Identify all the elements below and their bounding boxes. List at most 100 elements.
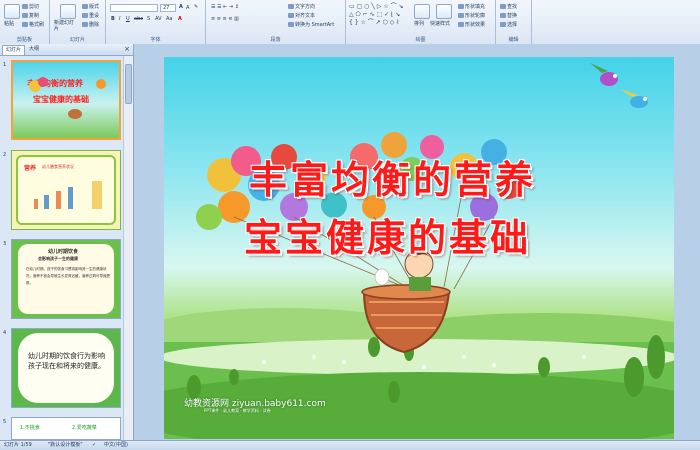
slides-panel: 幻灯片 大纲 × 1 丰富均衡的营养 宝宝健康的基础 2 营养 幼儿膳食营养状况… xyxy=(0,44,134,440)
convert-smartart-button[interactable]: 转换为 SmartArt xyxy=(288,21,334,28)
arrange-button[interactable]: 排列 xyxy=(414,20,424,27)
thumb5-item-a: 1.不挑食 xyxy=(20,425,40,431)
copy-label: 复制 xyxy=(29,13,40,19)
thumb3-heading: 幼儿时期饮食 xyxy=(48,249,79,255)
slide-thumbnail-1[interactable]: 丰富均衡的营养 宝宝健康的基础 xyxy=(11,60,121,140)
clear-format-icon[interactable]: ✎ xyxy=(194,4,198,10)
layout-button[interactable]: 版式 xyxy=(82,3,99,10)
delete-button[interactable]: 删除 xyxy=(82,21,99,28)
spacing-button[interactable]: AV xyxy=(155,16,162,22)
select-label: 选择 xyxy=(507,22,518,28)
close-icon[interactable]: × xyxy=(124,45,130,54)
reset-label: 重设 xyxy=(89,13,100,19)
shape-fill-label: 形状填充 xyxy=(465,4,486,10)
shape-effects-button[interactable]: 形状效果 xyxy=(458,21,485,28)
font-group-label: 字体 xyxy=(150,37,161,43)
reset-button[interactable]: 重设 xyxy=(82,12,99,19)
format-painter-button[interactable]: 格式刷 xyxy=(22,21,44,28)
new-slide-button[interactable]: 新建幻灯片 xyxy=(54,20,78,32)
panel-tabs: 幻灯片 大纲 × xyxy=(0,44,133,56)
arrange-icon[interactable] xyxy=(414,4,430,19)
slide-thumbnail-4[interactable]: 幼儿时期的饮食行为影响孩子现在和将来的健康。 xyxy=(11,328,121,408)
scroll-thumb[interactable] xyxy=(125,64,132,104)
brush-icon xyxy=(22,22,28,27)
thumb1-balloons xyxy=(29,77,106,119)
tab-slides[interactable]: 幻灯片 xyxy=(2,45,26,55)
align-text-label: 对齐文本 xyxy=(295,13,316,19)
grow-font-icon[interactable]: A xyxy=(179,4,183,10)
panel-scrollbar[interactable] xyxy=(123,56,133,440)
tab-outline[interactable]: 大纲 xyxy=(26,45,42,54)
text-direction-button[interactable]: 文字方向 xyxy=(288,3,315,10)
delete-icon xyxy=(82,22,88,27)
align-text-icon xyxy=(288,13,294,18)
shape-outline-label: 形状轮廓 xyxy=(465,13,486,19)
shape-outline-button[interactable]: 形状轮廓 xyxy=(458,12,485,19)
cut-button[interactable]: 剪切 xyxy=(22,3,39,10)
cut-label: 剪切 xyxy=(29,4,40,10)
reset-icon xyxy=(82,13,88,18)
format-painter-label: 格式刷 xyxy=(29,22,45,28)
underline-button[interactable]: U xyxy=(126,16,130,22)
copy-icon xyxy=(22,13,28,18)
paragraph-group-label: 段落 xyxy=(270,37,281,43)
thumb2-figures xyxy=(34,181,102,209)
shapes-gallery[interactable]: ▭ ▢ ○ ╲ ▷ ☆ ⌒ ↘ △ ⬠ ⌐ ∿ ⬚ ✓ ⌊ ↘{ } ☆ ⌒ ↗ … xyxy=(349,3,404,27)
editing-group-label: 编辑 xyxy=(508,37,519,43)
quick-styles-button[interactable]: 快速样式 xyxy=(430,20,450,27)
font-size-combo[interactable]: 27 xyxy=(160,4,176,12)
bullets-icon[interactable]: ☰ ☰ ⇤ ⇥ ↕ xyxy=(211,4,239,10)
find-label: 查找 xyxy=(507,4,518,10)
find-button[interactable]: 查找 xyxy=(500,3,517,10)
italic-button[interactable]: I xyxy=(119,16,120,22)
font-color-icon[interactable]: A xyxy=(178,16,182,22)
slides-group: 新建幻灯片 版式 重设 删除 幻灯片 xyxy=(50,0,106,44)
shadow-button[interactable]: S xyxy=(147,16,150,22)
watermark-caption: PPT课件 · 幼儿教案 · 教学资料 · 试卷 xyxy=(204,408,271,413)
strike-button[interactable]: abc xyxy=(134,16,143,22)
thumb5-item-b: 2.爱吃蔬菜 xyxy=(72,425,97,431)
thumb-number: 5 xyxy=(3,419,7,425)
align-text-button[interactable]: 对齐文本 xyxy=(288,12,315,19)
font-name-combo[interactable] xyxy=(110,4,158,12)
editing-group: 查找 替换 选择 编辑 xyxy=(496,0,532,44)
align-icons[interactable]: ≡ ≡ ≡ ≡ ▥ xyxy=(211,16,239,22)
current-slide[interactable]: 丰富均衡的营养 宝宝健康的基础 幼教资源网 ziyuan.baby611.com… xyxy=(164,57,674,439)
select-icon xyxy=(500,22,506,27)
shape-effects-label: 形状效果 xyxy=(465,22,486,28)
slide-title-line1[interactable]: 丰富均衡的营养 xyxy=(249,149,536,204)
clipboard-group-label: 剪贴板 xyxy=(16,37,32,43)
effects-icon xyxy=(458,22,464,27)
slide-thumbnail-5[interactable]: 1.不挑食 2.爱吃蔬菜 xyxy=(11,417,121,440)
copy-button[interactable]: 复制 xyxy=(22,12,39,19)
scissors-icon xyxy=(22,4,28,9)
shape-fill-button[interactable]: 形状填充 xyxy=(458,3,485,10)
new-slide-label: 新建幻灯片 xyxy=(54,20,75,32)
thumb-number: 3 xyxy=(3,241,7,247)
thumb3-body: 在幼儿时期，孩子的饮食习惯将影响其一生的健康状况，营养不良会导致生长发育迟缓，营… xyxy=(26,267,110,285)
convert-smartart-label: 转换为 SmartArt xyxy=(295,22,335,28)
paragraph-group: ☰ ☰ ⇤ ⇥ ↕ ≡ ≡ ≡ ≡ ▥ 文字方向 对齐文本 转换为 SmartA… xyxy=(206,0,346,44)
thumb-number: 4 xyxy=(3,330,7,336)
paste-icon[interactable] xyxy=(4,4,20,19)
layout-label: 版式 xyxy=(89,4,100,10)
case-button[interactable]: Aa xyxy=(166,16,172,22)
new-slide-icon[interactable] xyxy=(60,4,76,19)
bold-button[interactable]: B xyxy=(111,16,115,22)
quick-styles-icon[interactable] xyxy=(436,4,452,19)
font-group: 27 A A ✎ B I U abc S AV Aa A 字体 xyxy=(106,0,206,44)
replace-icon xyxy=(500,13,506,18)
slide-thumbnail-3[interactable]: 幼儿时期饮食 会影响孩子一生的健康 在幼儿时期，孩子的饮食习惯将影响其一生的健康… xyxy=(11,239,121,319)
select-button[interactable]: 选择 xyxy=(500,21,517,28)
fill-icon xyxy=(458,4,464,9)
drawing-group: ▭ ▢ ○ ╲ ▷ ☆ ⌒ ↘ △ ⬠ ⌐ ∿ ⬚ ✓ ⌊ ↘{ } ☆ ⌒ ↗ … xyxy=(346,0,496,44)
slide-title-line2[interactable]: 宝宝健康的基础 xyxy=(244,207,531,262)
find-icon xyxy=(500,4,506,9)
thumb-number: 2 xyxy=(3,152,7,158)
replace-label: 替换 xyxy=(507,13,518,19)
replace-button[interactable]: 替换 xyxy=(500,12,517,19)
shrink-font-icon[interactable]: A xyxy=(186,5,189,11)
slide-thumbnail-2[interactable]: 营养 幼儿膳食营养状况 xyxy=(11,150,121,230)
thumb-number: 1 xyxy=(3,62,7,68)
paste-button[interactable]: 粘贴 xyxy=(4,20,14,27)
